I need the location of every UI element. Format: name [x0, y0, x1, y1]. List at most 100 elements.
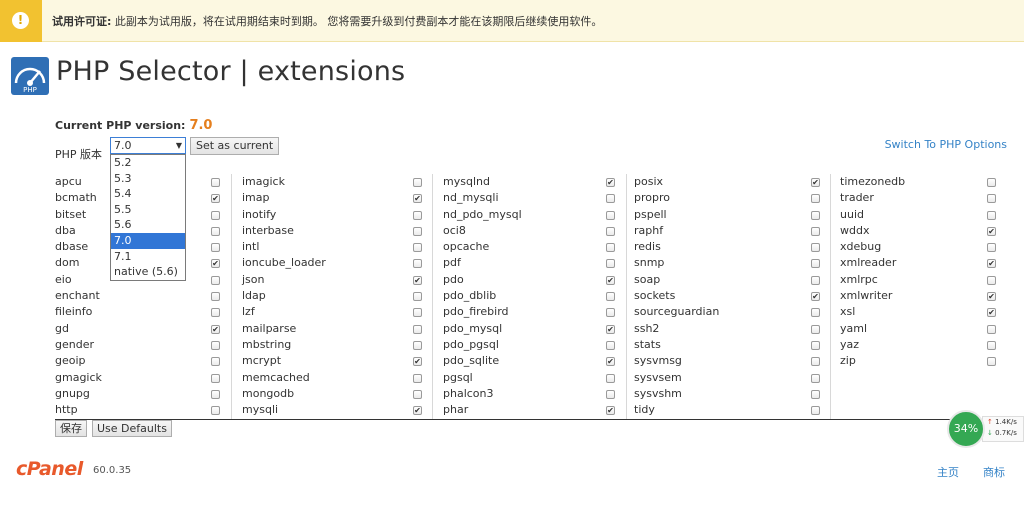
- extension-checkbox[interactable]: [811, 210, 820, 220]
- extension-checkbox[interactable]: [413, 373, 422, 383]
- extension-checkbox[interactable]: [211, 243, 220, 253]
- php-version-option[interactable]: 7.1: [111, 249, 185, 265]
- extension-checkbox[interactable]: [413, 178, 422, 187]
- extension-checkbox[interactable]: [606, 210, 615, 220]
- extension-checkbox[interactable]: [811, 324, 820, 334]
- extension-row: pdo_pgsql: [433, 337, 627, 353]
- extension-checkbox[interactable]: [413, 210, 422, 220]
- extension-checkbox[interactable]: [811, 340, 820, 350]
- extension-checkbox[interactable]: [413, 292, 422, 302]
- extension-row: soap: [627, 272, 831, 288]
- php-version-option[interactable]: native (5.6): [111, 264, 185, 280]
- extension-checkbox[interactable]: [211, 226, 220, 236]
- php-version-option[interactable]: 5.3: [111, 171, 185, 187]
- extension-checkbox[interactable]: [211, 373, 220, 383]
- extension-checkbox[interactable]: [811, 357, 820, 367]
- footer-trademark-link[interactable]: 商标: [983, 464, 1005, 480]
- extension-checkbox[interactable]: [987, 243, 996, 253]
- extension-checkbox[interactable]: [211, 275, 220, 285]
- extension-checkbox[interactable]: [811, 226, 820, 236]
- php-version-select[interactable]: 7.0 ▼: [110, 137, 186, 154]
- extension-checkbox[interactable]: [811, 373, 820, 383]
- extension-checkbox[interactable]: [413, 389, 422, 399]
- footer-home-link[interactable]: 主页: [937, 464, 959, 480]
- extension-checkbox[interactable]: [987, 210, 996, 220]
- extension-checkbox[interactable]: [811, 308, 820, 318]
- extension-checkbox[interactable]: ✔: [606, 406, 615, 416]
- extension-checkbox[interactable]: [987, 357, 996, 367]
- extension-checkbox[interactable]: [211, 292, 220, 302]
- extension-checkbox[interactable]: [811, 243, 820, 253]
- extension-checkbox[interactable]: [211, 357, 220, 367]
- extension-checkbox[interactable]: [606, 243, 615, 253]
- extension-checkbox[interactable]: ✔: [606, 178, 615, 187]
- extension-checkbox[interactable]: [211, 340, 220, 350]
- extension-checkbox[interactable]: ✔: [811, 292, 820, 302]
- extension-checkbox[interactable]: [811, 194, 820, 204]
- extension-checkbox[interactable]: [987, 324, 996, 334]
- extension-checkbox[interactable]: [606, 308, 615, 318]
- extension-checkbox[interactable]: [211, 406, 220, 416]
- extension-checkbox[interactable]: ✔: [413, 275, 422, 285]
- extension-checkbox[interactable]: [211, 389, 220, 399]
- extensions-column: imagick imap ✔ inotify interbase intl ioncube_…: [231, 174, 433, 419]
- extension-row: sourceguardian: [627, 304, 831, 320]
- extension-name: pgsql: [443, 370, 473, 384]
- extension-checkbox[interactable]: ✔: [211, 259, 220, 269]
- extension-checkbox[interactable]: [413, 324, 422, 334]
- extension-checkbox[interactable]: ✔: [413, 194, 422, 204]
- php-version-option[interactable]: 7.0: [111, 232, 185, 249]
- extension-checkbox[interactable]: [606, 389, 615, 399]
- extension-checkbox[interactable]: [413, 308, 422, 318]
- extension-checkbox[interactable]: ✔: [211, 324, 220, 334]
- extension-checkbox[interactable]: [811, 389, 820, 399]
- extension-checkbox[interactable]: ✔: [987, 292, 996, 302]
- php-version-select-value: 7.0: [114, 139, 132, 152]
- set-as-current-button[interactable]: Set as current: [190, 137, 280, 155]
- extension-checkbox[interactable]: ✔: [413, 406, 422, 416]
- php-version-option[interactable]: 5.5: [111, 202, 185, 218]
- use-defaults-button[interactable]: Use Defaults: [92, 420, 172, 437]
- extension-checkbox[interactable]: [211, 210, 220, 220]
- extension-checkbox[interactable]: [606, 373, 615, 383]
- extension-checkbox[interactable]: [811, 275, 820, 285]
- extension-checkbox[interactable]: [606, 226, 615, 236]
- extension-checkbox[interactable]: [413, 243, 422, 253]
- extension-checkbox[interactable]: [987, 194, 996, 204]
- switch-to-php-options-link[interactable]: Switch To PHP Options: [885, 138, 1007, 151]
- network-speed-widget[interactable]: ↑ 1.4K/s ↓ 0.7K/s 34%: [945, 410, 1024, 450]
- extension-checkbox[interactable]: ✔: [606, 324, 615, 334]
- php-version-option[interactable]: 5.2: [111, 155, 185, 171]
- php-version-option[interactable]: 5.4: [111, 186, 185, 202]
- extension-checkbox[interactable]: [413, 226, 422, 236]
- extension-checkbox[interactable]: [606, 259, 615, 269]
- extension-checkbox[interactable]: [987, 178, 996, 187]
- extension-checkbox[interactable]: ✔: [987, 259, 996, 269]
- extension-checkbox[interactable]: [413, 340, 422, 350]
- extension-checkbox[interactable]: ✔: [413, 357, 422, 367]
- extension-checkbox[interactable]: ✔: [606, 357, 615, 367]
- extension-checkbox[interactable]: ✔: [987, 308, 996, 318]
- extension-checkbox[interactable]: [811, 406, 820, 416]
- extension-checkbox[interactable]: [987, 340, 996, 350]
- extension-name: pspell: [634, 207, 667, 221]
- extension-name: sysvsem: [634, 370, 682, 384]
- extension-checkbox[interactable]: ✔: [211, 194, 220, 204]
- extension-name: zip: [840, 354, 856, 368]
- php-version-option[interactable]: 5.6: [111, 217, 185, 233]
- extension-checkbox[interactable]: [811, 259, 820, 269]
- extension-checkbox[interactable]: [211, 178, 220, 187]
- extension-name: trader: [840, 191, 874, 205]
- extension-checkbox[interactable]: [211, 308, 220, 318]
- extension-checkbox[interactable]: [606, 292, 615, 302]
- extension-checkbox[interactable]: ✔: [606, 275, 615, 285]
- extension-row: mailparse: [232, 321, 433, 337]
- extension-checkbox[interactable]: [987, 275, 996, 285]
- php-selector-gauge-icon: PHP: [11, 57, 49, 95]
- save-button[interactable]: 保存: [55, 420, 87, 437]
- extension-checkbox[interactable]: [606, 340, 615, 350]
- extension-checkbox[interactable]: ✔: [811, 178, 820, 187]
- extension-checkbox[interactable]: [413, 259, 422, 269]
- extension-checkbox[interactable]: [606, 194, 615, 204]
- extension-checkbox[interactable]: ✔: [987, 226, 996, 236]
